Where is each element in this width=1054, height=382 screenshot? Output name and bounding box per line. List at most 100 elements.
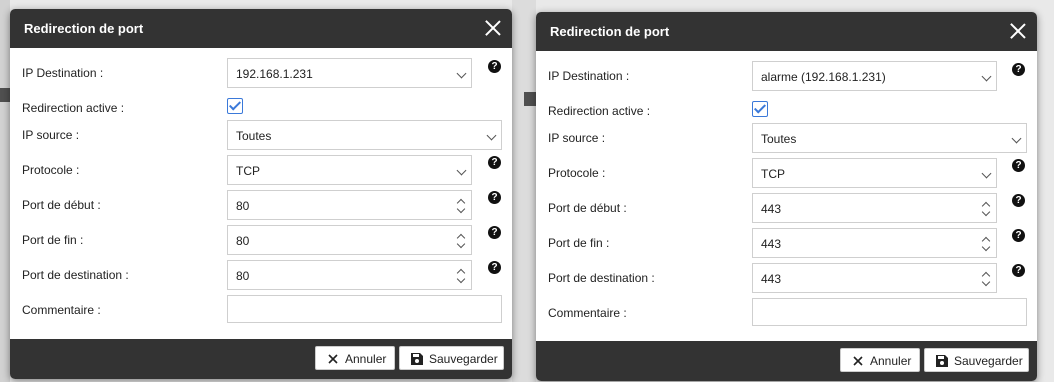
redirection-active-checkbox[interactable]	[752, 101, 768, 117]
background-bar	[0, 88, 10, 102]
port-debut-value: 443	[761, 202, 782, 216]
protocole-label: Protocole :	[22, 163, 80, 177]
commentaire-label: Commentaire :	[22, 303, 101, 317]
port-forward-dialog: Redirection de port IP Destination : 192…	[10, 9, 512, 379]
row-port-debut: Port de début : 443 ?	[536, 193, 1037, 223]
close-icon	[328, 354, 338, 364]
ip-source-select[interactable]: Toutes	[752, 123, 1027, 153]
port-debut-label: Port de début :	[548, 201, 627, 215]
close-icon	[853, 356, 863, 366]
spinner-icon[interactable]	[455, 264, 467, 288]
help-icon[interactable]: ?	[488, 156, 501, 169]
cancel-button[interactable]: Annuler	[315, 346, 395, 370]
row-protocole: Protocole : TCP ?	[536, 158, 1037, 188]
ip-destination-label: IP Destination :	[548, 69, 630, 83]
port-debut-input[interactable]: 443	[752, 193, 997, 223]
redirection-active-checkbox[interactable]	[227, 98, 243, 114]
help-icon[interactable]: ?	[1012, 264, 1025, 277]
protocole-select[interactable]: TCP	[227, 155, 472, 185]
help-icon[interactable]: ?	[488, 191, 501, 204]
save-label: Sauvegarder	[429, 352, 498, 366]
cancel-label: Annuler	[870, 354, 912, 368]
row-port-fin: Port de fin : 443 ?	[536, 228, 1037, 258]
chevron-down-icon	[1011, 133, 1022, 144]
chevron-down-icon	[486, 130, 497, 141]
ip-destination-label: IP Destination :	[22, 66, 104, 80]
spinner-icon[interactable]	[980, 197, 992, 221]
port-destination-value: 80	[236, 269, 250, 283]
row-protocole: Protocole : TCP ?	[10, 155, 512, 185]
row-port-destination: Port de destination : 443 ?	[536, 263, 1037, 293]
chevron-down-icon	[456, 165, 467, 176]
protocole-select[interactable]: TCP	[752, 158, 997, 188]
port-debut-value: 80	[236, 199, 250, 213]
dialog-title: Redirection de port	[550, 24, 670, 39]
row-ip-destination: IP Destination : alarme (192.168.1.231) …	[536, 61, 1037, 91]
help-icon[interactable]: ?	[488, 226, 501, 239]
save-icon	[936, 355, 948, 367]
save-icon	[411, 353, 423, 365]
background-panel	[0, 0, 10, 382]
protocole-label: Protocole :	[548, 166, 606, 180]
help-icon[interactable]: ?	[1012, 159, 1025, 172]
help-icon[interactable]: ?	[488, 261, 501, 274]
spinner-icon[interactable]	[980, 267, 992, 291]
dialog-footer: Annuler Sauvegarder	[536, 341, 1037, 381]
row-ip-source: IP source : Toutes	[10, 120, 512, 150]
ip-destination-select[interactable]: 192.168.1.231	[227, 58, 472, 88]
row-commentaire: Commentaire :	[10, 295, 512, 325]
port-fin-label: Port de fin :	[548, 236, 610, 250]
ip-source-value: Toutes	[761, 132, 797, 146]
spinner-icon[interactable]	[455, 229, 467, 253]
port-forward-dialog: Redirection de port IP Destination : ala…	[536, 12, 1037, 381]
commentaire-label: Commentaire :	[548, 306, 627, 320]
port-fin-label: Port de fin :	[22, 233, 84, 247]
ip-source-label: IP source :	[548, 131, 606, 145]
help-icon[interactable]: ?	[1012, 229, 1025, 242]
row-port-debut: Port de début : 80 ?	[10, 190, 512, 220]
protocole-value: TCP	[236, 164, 260, 178]
save-button[interactable]: Sauvegarder	[399, 346, 504, 370]
row-commentaire: Commentaire :	[536, 298, 1037, 328]
ip-destination-value: 192.168.1.231	[236, 67, 313, 81]
row-port-fin: Port de fin : 80 ?	[10, 225, 512, 255]
help-icon[interactable]: ?	[488, 60, 501, 73]
spinner-icon[interactable]	[455, 194, 467, 218]
cancel-button[interactable]: Annuler	[840, 348, 920, 372]
close-icon[interactable]	[482, 17, 504, 39]
row-ip-source: IP source : Toutes	[536, 123, 1037, 153]
spinner-icon[interactable]	[980, 232, 992, 256]
port-destination-input[interactable]: 80	[227, 260, 472, 290]
port-destination-input[interactable]: 443	[752, 263, 997, 293]
chevron-down-icon	[981, 168, 992, 179]
ip-destination-value: alarme (192.168.1.231)	[761, 70, 886, 84]
row-port-destination: Port de destination : 80 ?	[10, 260, 512, 290]
close-icon[interactable]	[1007, 20, 1029, 42]
help-icon[interactable]: ?	[1012, 194, 1025, 207]
commentaire-input[interactable]	[752, 298, 1027, 326]
port-destination-value: 443	[761, 272, 782, 286]
cancel-label: Annuler	[345, 352, 387, 366]
ip-source-label: IP source :	[22, 128, 80, 142]
commentaire-input[interactable]	[227, 295, 502, 323]
ip-source-select[interactable]: Toutes	[227, 120, 502, 150]
port-debut-input[interactable]: 80	[227, 190, 472, 220]
port-destination-label: Port de destination :	[22, 268, 129, 282]
protocole-value: TCP	[761, 167, 785, 181]
chevron-down-icon	[456, 68, 467, 79]
chevron-down-icon	[981, 71, 992, 82]
save-button[interactable]: Sauvegarder	[924, 348, 1029, 372]
redirection-active-label: Redirection active :	[22, 101, 125, 115]
dialog-footer: Annuler Sauvegarder	[10, 339, 512, 379]
port-fin-value: 80	[236, 234, 250, 248]
port-fin-input[interactable]: 80	[227, 225, 472, 255]
port-fin-value: 443	[761, 237, 782, 251]
help-icon[interactable]: ?	[1012, 63, 1025, 76]
dialog-header: Redirection de port	[10, 9, 512, 48]
save-label: Sauvegarder	[954, 354, 1023, 368]
ip-destination-select[interactable]: alarme (192.168.1.231)	[752, 61, 997, 91]
port-fin-input[interactable]: 443	[752, 228, 997, 258]
port-destination-label: Port de destination :	[548, 271, 655, 285]
background-panel	[512, 0, 536, 382]
port-debut-label: Port de début :	[22, 198, 101, 212]
